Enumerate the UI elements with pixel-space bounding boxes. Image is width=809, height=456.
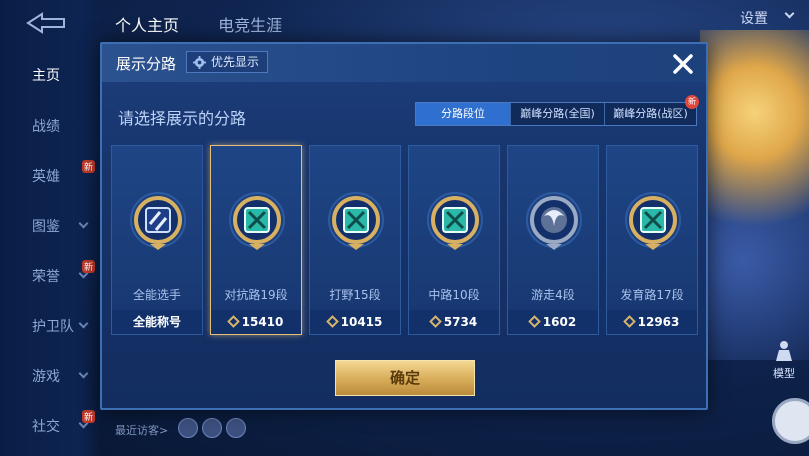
rank-points-icon	[226, 315, 240, 328]
priority-display-button[interactable]: 优先显示	[186, 51, 269, 73]
lane-select-prompt: 请选择展示的分路	[118, 109, 247, 128]
sidebar-item-label: 主页	[32, 68, 60, 84]
lane-name: 对抗路19段	[224, 288, 288, 302]
close-icon[interactable]	[668, 49, 698, 79]
dialog-title: 展示分路	[116, 55, 177, 73]
dialog-header: 展示分路 优先显示	[102, 44, 706, 82]
lane-display-dialog: 展示分路 优先显示 请选择展示的分路 分路段位 巅峰分路(全国) 巅峰分路(战区…	[100, 42, 708, 410]
sidebar-item[interactable]: 战绩	[0, 106, 100, 146]
lane-card[interactable]: 中路10段 5734	[408, 145, 500, 335]
model-button[interactable]: 模型	[764, 340, 804, 380]
lane-score: 10415	[310, 310, 400, 334]
sidebar-item-label: 社交	[32, 419, 60, 435]
tab-peak-lane-national[interactable]: 巅峰分路(全国)	[510, 103, 604, 125]
lane-card[interactable]: 发育路17段 12963	[606, 145, 698, 335]
sidebar-item[interactable]: 图鉴	[0, 206, 100, 246]
chevron-down-icon	[78, 218, 89, 229]
tab-peak-lane-region[interactable]: 巅峰分路(战区) 新	[604, 95, 699, 125]
lane-score: 5734	[409, 310, 499, 334]
lane-score-value: 1602	[542, 315, 577, 329]
mid-lane-badge-icon	[427, 190, 483, 252]
top-tabs: 个人主页 电竞生涯	[115, 12, 316, 36]
lane-score-value: 12963	[637, 315, 680, 329]
settings-button[interactable]: 设置	[740, 8, 768, 28]
lane-score: 全能称号	[112, 310, 202, 334]
rank-points-icon	[527, 315, 541, 328]
hero-portrait	[700, 30, 809, 360]
sidebar: 主页 战绩 英雄新图鉴 荣誉新护卫队 游戏 社交新	[0, 0, 100, 456]
lane-name: 游走4段	[531, 288, 575, 302]
tab-personal-home[interactable]: 个人主页	[115, 16, 179, 35]
sidebar-item-label: 荣誉	[32, 269, 60, 285]
lane-name: 中路10段	[428, 288, 480, 302]
sidebar-item[interactable]: 主页	[0, 55, 100, 95]
lane-score-value: 15410	[241, 315, 284, 329]
tab-peak-lane-region-label: 巅峰分路(战区)	[613, 107, 688, 120]
lane-card[interactable]: 全能选手 全能称号	[111, 145, 203, 335]
chevron-down-icon	[78, 368, 89, 379]
all-round-badge-icon	[130, 190, 186, 252]
lane-score-value: 5734	[443, 315, 478, 329]
lane-rank-tabs: 分路段位 巅峰分路(全国) 巅峰分路(战区) 新	[415, 95, 699, 126]
sidebar-item[interactable]: 游戏	[0, 356, 100, 396]
visitor-avatar[interactable]	[202, 418, 222, 438]
sidebar-item[interactable]: 荣誉 新	[0, 256, 100, 296]
tab-esports-career[interactable]: 电竞生涯	[218, 16, 282, 35]
lane-card[interactable]: 游走4段 1602	[507, 145, 599, 335]
sidebar-item-label: 英雄	[32, 169, 60, 185]
sidebar-item[interactable]: 英雄 新	[0, 156, 100, 196]
farm-lane-badge-icon	[625, 190, 681, 252]
lane-score: 15410	[211, 310, 301, 334]
confirm-button[interactable]: 确定	[335, 360, 475, 396]
priority-display-label: 优先显示	[211, 55, 260, 69]
back-arrow-icon[interactable]	[22, 10, 70, 36]
sidebar-item[interactable]: 社交 新	[0, 406, 100, 446]
new-badge: 新	[82, 410, 96, 423]
rank-points-icon	[428, 315, 442, 328]
new-badge: 新	[82, 160, 96, 173]
roam-badge-icon	[526, 190, 582, 252]
rank-points-icon	[622, 315, 636, 328]
sidebar-item-label: 战绩	[32, 119, 60, 135]
lane-score: 12963	[607, 310, 697, 334]
lane-card[interactable]: 对抗路19段 15410	[210, 145, 302, 335]
lane-card[interactable]: 打野15段 10415	[309, 145, 401, 335]
model-label: 模型	[773, 367, 795, 380]
new-badge: 新	[82, 260, 96, 273]
lane-name: 全能选手	[132, 288, 181, 302]
lane-name: 打野15段	[329, 288, 381, 302]
lane-score-value: 10415	[340, 315, 383, 329]
sidebar-item-label: 护卫队	[32, 319, 74, 335]
sidebar-item[interactable]: 护卫队	[0, 306, 100, 346]
new-badge: 新	[685, 95, 699, 109]
gear-icon	[193, 56, 206, 69]
visitor-avatar[interactable]	[226, 418, 246, 438]
jungle-badge-icon	[328, 190, 384, 252]
tab-lane-rank[interactable]: 分路段位	[416, 103, 510, 125]
chevron-down-icon	[78, 318, 89, 329]
rank-points-icon	[325, 315, 339, 328]
clash-lane-badge-icon	[229, 190, 285, 252]
sidebar-item-label: 图鉴	[32, 219, 60, 235]
person-icon	[776, 341, 792, 361]
lane-score: 1602	[508, 310, 598, 334]
lane-name: 发育路17段	[620, 288, 684, 302]
recent-visitors-link[interactable]: 最近访客>	[115, 422, 168, 438]
visitor-avatar[interactable]	[178, 418, 198, 438]
lane-score-value: 全能称号	[132, 315, 181, 329]
sidebar-item-label: 游戏	[32, 369, 60, 385]
